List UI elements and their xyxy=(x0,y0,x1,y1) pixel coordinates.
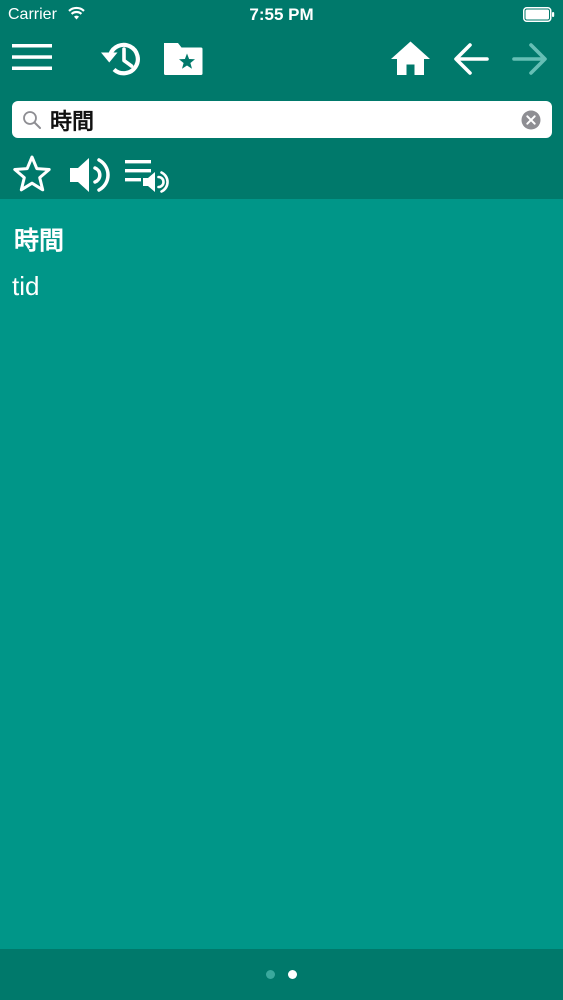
status-time: 7:55 PM xyxy=(249,5,314,24)
menu-icon[interactable] xyxy=(12,42,52,72)
bottom-bar xyxy=(0,949,563,1000)
battery-icon xyxy=(523,7,555,22)
search-box[interactable] xyxy=(12,101,552,138)
clear-search-icon[interactable] xyxy=(521,110,541,130)
speaker-icon[interactable] xyxy=(68,155,112,195)
entry-word: 時間 xyxy=(14,226,65,255)
page-dot-2[interactable] xyxy=(288,970,297,979)
arrow-left-icon[interactable] xyxy=(453,42,489,76)
entry-content: 時間 tid xyxy=(0,199,563,949)
search-icon xyxy=(23,111,41,129)
search-input[interactable] xyxy=(50,104,510,135)
arrow-right-icon[interactable] xyxy=(512,42,548,76)
page-dot-1[interactable] xyxy=(266,970,275,979)
folder-star-icon[interactable] xyxy=(162,41,204,77)
status-bar: Carrier 7:55 PM xyxy=(0,0,563,30)
home-icon[interactable] xyxy=(390,40,431,76)
history-icon[interactable] xyxy=(100,39,144,79)
playlist-speaker-icon[interactable] xyxy=(125,159,169,193)
star-outline-icon[interactable] xyxy=(11,154,53,194)
top-bar: Carrier 7:55 PM xyxy=(0,0,563,199)
entry-translation: tid xyxy=(12,271,40,301)
